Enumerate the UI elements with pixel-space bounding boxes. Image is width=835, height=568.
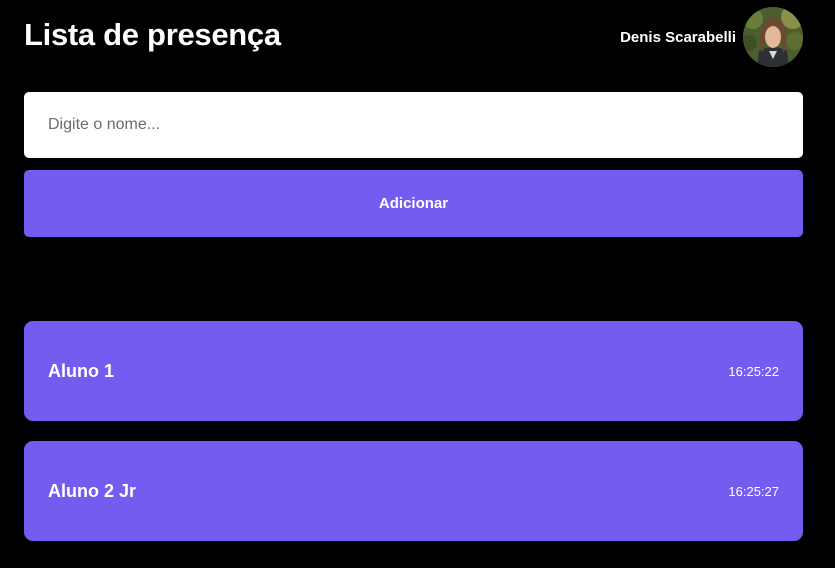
add-button[interactable]: Adicionar — [24, 170, 803, 237]
student-name: Aluno 2 Jr — [48, 480, 137, 501]
page-title: Lista de presença — [24, 17, 281, 52]
user-profile: Denis Scarabelli — [620, 7, 803, 67]
avatar — [743, 7, 803, 67]
user-name: Denis Scarabelli — [620, 28, 736, 46]
app-root: Lista de presença Denis Scarabelli Digit… — [0, 0, 835, 568]
header: Lista de presença Denis Scarabelli — [24, 6, 803, 68]
student-time: 16:25:22 — [728, 363, 779, 379]
student-time: 16:25:27 — [728, 483, 779, 499]
list-item: Aluno 2 Jr 16:25:27 — [24, 441, 803, 541]
student-name: Aluno 1 — [48, 360, 114, 381]
list-item: Aluno 1 16:25:22 — [24, 321, 803, 421]
name-input[interactable] — [24, 92, 803, 158]
